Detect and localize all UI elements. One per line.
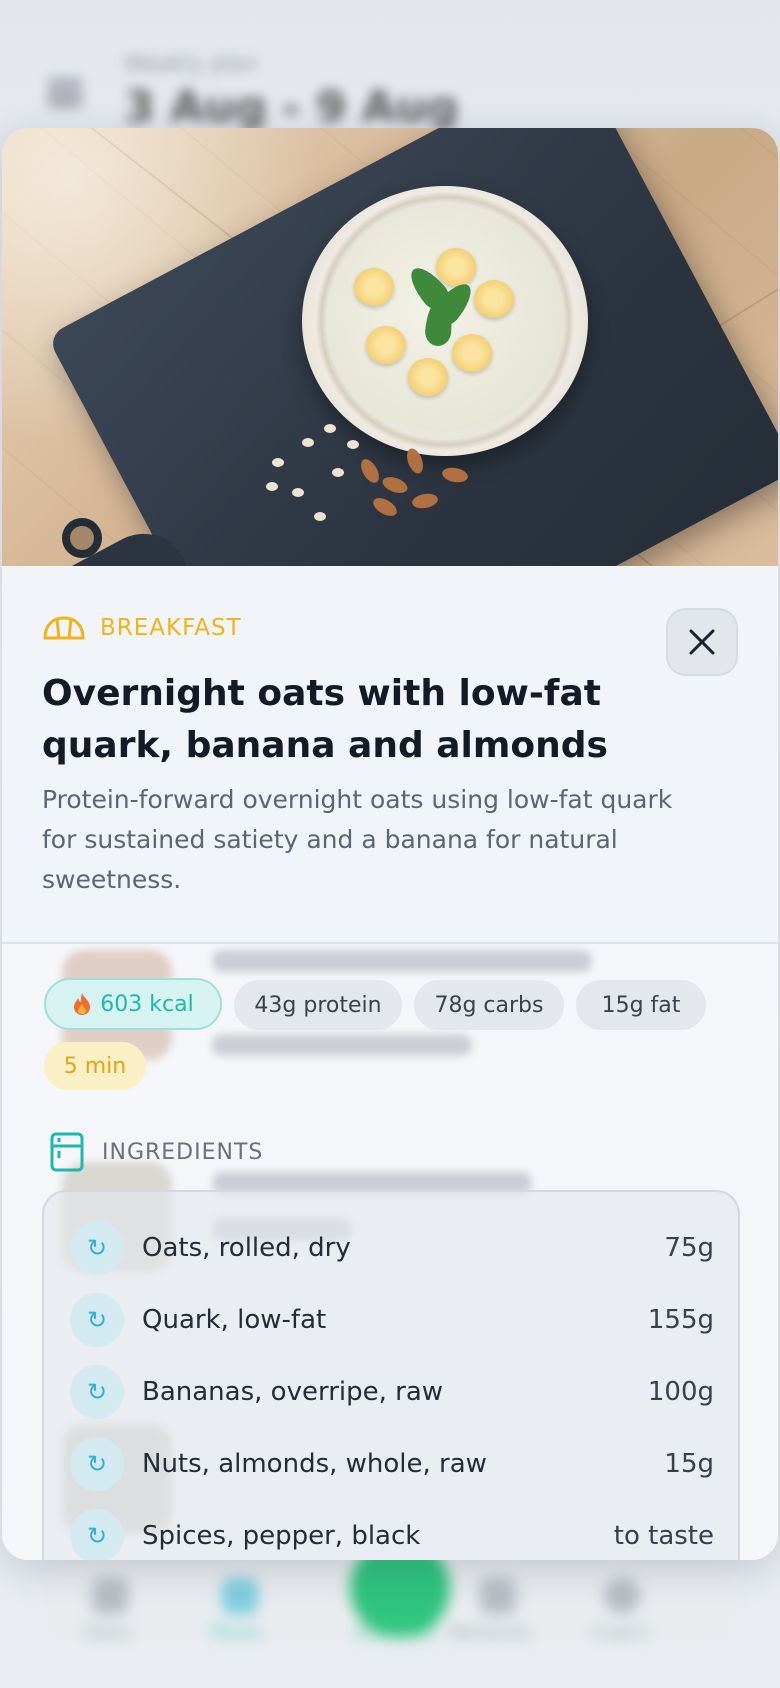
swap-icon: ↻ <box>86 1522 108 1550</box>
swap-ingredient-button[interactable]: ↻ <box>70 1509 124 1560</box>
recipe-title: Overnight oats with low-fat quark, banan… <box>42 673 608 766</box>
swap-ingredient-button[interactable]: ↻ <box>70 1437 124 1491</box>
ingredient-quantity: 75g <box>664 1233 714 1263</box>
recipe-sheet: BREAKFAST Overnight oats with low-fat qu… <box>2 128 778 1560</box>
background-header-title: 3 Aug - 9 Aug <box>124 82 459 133</box>
calories-badge: 603 kcal <box>44 978 222 1030</box>
ingredients-label: INGREDIENTS <box>102 1139 264 1165</box>
swap-ingredient-button[interactable]: ↻ <box>70 1293 124 1347</box>
swap-icon: ↻ <box>86 1306 108 1334</box>
workouts-tab-icon <box>480 1578 516 1614</box>
swap-icon: ↻ <box>86 1450 108 1478</box>
swap-icon: ↻ <box>86 1378 108 1406</box>
diary-tab-icon <box>92 1578 128 1614</box>
swap-ingredient-button[interactable]: ↻ <box>70 1221 124 1275</box>
ingredient-row[interactable]: ↻ Oats, rolled, dry 75g <box>44 1212 738 1284</box>
fridge-icon <box>50 1132 84 1172</box>
calories-value: 603 kcal <box>100 991 194 1017</box>
ingredients-list: ↻ Oats, rolled, dry 75g ↻ Quark, low-fat… <box>42 1190 740 1560</box>
background-tab-label: Workouts <box>448 1622 532 1643</box>
ingredient-name: Quark, low-fat <box>142 1305 327 1335</box>
ingredient-quantity: 100g <box>647 1377 714 1407</box>
ingredient-quantity: to taste <box>613 1521 714 1551</box>
coach-tab-icon <box>604 1578 640 1614</box>
ingredient-name: Bananas, overripe, raw <box>142 1377 444 1407</box>
croissant-icon <box>43 616 85 640</box>
meal-category: BREAKFAST <box>42 614 242 642</box>
background-tab-bar: Diary Meals Add food Workouts Coach <box>32 1538 748 1656</box>
ingredients-header: INGREDIENTS <box>50 1132 263 1172</box>
background-tab-label: Coach <box>592 1622 648 1643</box>
ingredient-name: Nuts, almonds, whole, raw <box>142 1449 487 1479</box>
recipe-photo <box>2 128 778 566</box>
close-icon <box>689 629 715 655</box>
close-button[interactable] <box>666 608 738 676</box>
recipe-description: Protein-forward overnight oats using low… <box>42 785 673 894</box>
background-tab-label: Add food <box>354 1622 435 1643</box>
background-tab-label: Diary <box>84 1622 132 1643</box>
recipe-details: 603 kcal 43g protein 78g carbs 15g fat 5… <box>2 944 778 1560</box>
ingredient-quantity: 15g <box>664 1449 714 1479</box>
swap-icon: ↻ <box>86 1234 108 1262</box>
ingredient-row[interactable]: ↻ Spices, pepper, black to taste <box>44 1500 738 1560</box>
carbs-badge: 78g carbs <box>414 980 564 1030</box>
ingredient-name: Oats, rolled, dry <box>142 1233 351 1263</box>
ingredient-row[interactable]: ↻ Quark, low-fat 155g <box>44 1284 738 1356</box>
meal-category-label: BREAKFAST <box>100 615 242 641</box>
recipe-info: BREAKFAST Overnight oats with low-fat qu… <box>2 566 778 944</box>
flame-icon <box>74 993 91 1015</box>
ingredient-row[interactable]: ↻ Nuts, almonds, whole, raw 15g <box>44 1428 738 1500</box>
ingredient-name: Spices, pepper, black <box>142 1521 421 1551</box>
background-tab-label: Meals <box>210 1622 263 1643</box>
menu-icon <box>48 80 82 106</box>
prep-time-badge: 5 min <box>44 1042 146 1090</box>
fat-badge: 15g fat <box>576 980 706 1030</box>
protein-badge: 43g protein <box>234 980 402 1030</box>
background-header-subtitle: Weekly plan <box>124 52 258 77</box>
swap-ingredient-button[interactable]: ↻ <box>70 1365 124 1419</box>
ingredient-quantity: 155g <box>647 1305 714 1335</box>
ingredient-row[interactable]: ↻ Bananas, overripe, raw 100g <box>44 1356 738 1428</box>
meals-tab-icon <box>222 1578 258 1614</box>
